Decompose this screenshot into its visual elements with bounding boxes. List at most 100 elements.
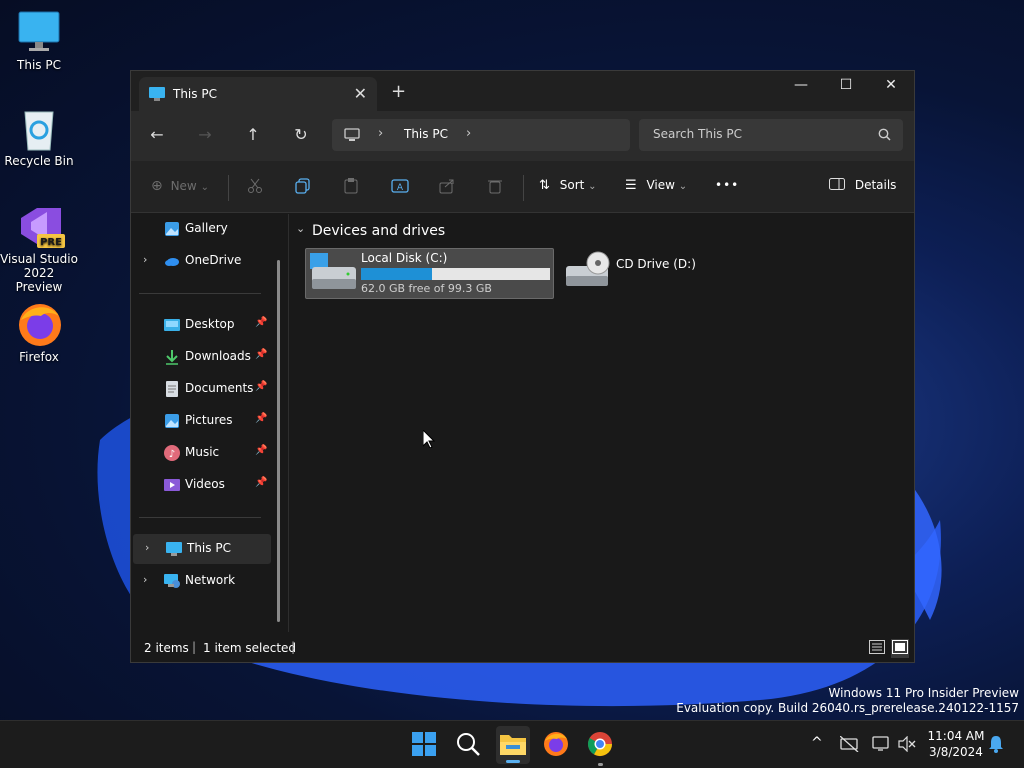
up-button[interactable]: ↑ bbox=[241, 125, 265, 144]
sidebar-item-network[interactable]: › Network bbox=[131, 566, 269, 596]
close-window-button[interactable]: ✕ bbox=[868, 77, 914, 93]
sidebar-item-label: Pictures bbox=[185, 413, 233, 427]
active-indicator bbox=[506, 760, 520, 763]
breadcrumb-this-pc[interactable]: This PC bbox=[404, 127, 448, 141]
pin-icon[interactable]: 📌 bbox=[255, 477, 267, 488]
network-icon bbox=[164, 573, 180, 589]
view-button[interactable]: ☰ View ⌄ bbox=[625, 178, 687, 193]
close-tab-button[interactable]: ✕ bbox=[354, 84, 367, 103]
search-icon bbox=[457, 733, 480, 756]
tab-label: This PC bbox=[173, 87, 217, 101]
tab-this-pc[interactable]: This PC ✕ bbox=[139, 77, 377, 111]
drive-tile-cd-drive-d[interactable]: CD Drive (D:) bbox=[562, 248, 702, 299]
notification-bell-icon[interactable] bbox=[988, 735, 1004, 756]
chevron-down-icon: ⌄ bbox=[200, 182, 209, 193]
back-button[interactable]: ← bbox=[145, 125, 169, 144]
pin-icon[interactable]: 📌 bbox=[255, 445, 267, 456]
delete-button[interactable] bbox=[487, 178, 503, 197]
sort-button[interactable]: ⇅ Sort ⌄ bbox=[539, 178, 597, 193]
address-bar[interactable]: › This PC › bbox=[332, 119, 630, 151]
folder-icon bbox=[500, 735, 526, 755]
sort-label: Sort bbox=[559, 178, 585, 192]
sidebar-item-downloads[interactable]: Downloads 📌 bbox=[131, 342, 269, 372]
clipboard-icon bbox=[344, 178, 358, 194]
clock[interactable]: 11:04 AM 3/8/2024 bbox=[925, 728, 987, 760]
status-separator: | bbox=[291, 640, 296, 654]
clock-time: 11:04 AM bbox=[927, 729, 985, 743]
share-button[interactable] bbox=[439, 178, 455, 197]
watermark-line: Evaluation copy. Build 26040.rs_prerelea… bbox=[676, 701, 1019, 715]
taskbar-file-explorer[interactable] bbox=[496, 726, 530, 764]
sidebar-item-music[interactable]: ♪ Music 📌 bbox=[131, 438, 269, 468]
search-button[interactable] bbox=[454, 730, 484, 760]
maximize-button[interactable]: ☐ bbox=[823, 77, 869, 93]
chevron-right-icon[interactable]: › bbox=[143, 573, 147, 586]
network-status-icon[interactable] bbox=[872, 736, 892, 755]
desktop-icon-firefox[interactable]: Firefox bbox=[0, 302, 78, 364]
group-header[interactable]: Devices and drives bbox=[312, 223, 445, 239]
chevron-right-icon[interactable]: › bbox=[143, 253, 147, 266]
sidebar-item-gallery[interactable]: Gallery bbox=[131, 214, 269, 244]
breadcrumb-separator[interactable]: › bbox=[466, 126, 471, 141]
trash-icon bbox=[488, 180, 502, 194]
pin-icon[interactable]: 📌 bbox=[255, 381, 267, 392]
pin-icon[interactable]: 📌 bbox=[255, 317, 267, 328]
pin-icon[interactable]: 📌 bbox=[255, 413, 267, 424]
chevron-down-icon[interactable]: ⌄ bbox=[296, 222, 305, 235]
desktop-icon-visual-studio[interactable]: PRE Visual Studio 2022 Preview bbox=[0, 204, 78, 294]
taskbar-chrome[interactable] bbox=[586, 730, 616, 766]
evaluation-watermark: Windows 11 Pro Insider Preview Evaluatio… bbox=[676, 686, 1019, 716]
details-pane-icon bbox=[829, 178, 849, 192]
monitor-icon bbox=[166, 541, 182, 557]
taskbar-firefox[interactable] bbox=[542, 730, 572, 760]
show-hidden-icons-button[interactable]: ^ bbox=[811, 735, 823, 751]
network-disconnected-icon[interactable] bbox=[839, 735, 860, 755]
sidebar-item-pictures[interactable]: Pictures 📌 bbox=[131, 406, 269, 436]
mouse-cursor-icon bbox=[422, 428, 436, 451]
sidebar-item-onedrive[interactable]: › OneDrive bbox=[131, 246, 269, 276]
new-button[interactable]: ⊕ New ⌄ bbox=[151, 178, 209, 194]
volume-muted-icon[interactable] bbox=[898, 735, 918, 755]
sidebar-item-videos[interactable]: Videos 📌 bbox=[131, 470, 269, 500]
details-view-toggle[interactable] bbox=[869, 640, 885, 657]
sidebar-item-label: Music bbox=[185, 445, 220, 459]
drive-usage-bar bbox=[361, 268, 550, 280]
sidebar-scrollbar[interactable] bbox=[277, 260, 280, 622]
details-button[interactable]: Details bbox=[829, 178, 896, 192]
start-button[interactable] bbox=[410, 730, 440, 760]
minimize-button[interactable]: — bbox=[778, 77, 824, 93]
more-options-button[interactable]: ••• bbox=[715, 178, 739, 192]
clock-date: 3/8/2024 bbox=[929, 745, 983, 759]
cut-button[interactable] bbox=[247, 178, 263, 197]
forward-button[interactable]: → bbox=[193, 125, 217, 144]
copy-icon bbox=[295, 178, 310, 194]
sidebar-item-desktop[interactable]: Desktop 📌 bbox=[131, 310, 269, 340]
rename-button[interactable]: A bbox=[391, 178, 409, 197]
svg-text:♪: ♪ bbox=[169, 449, 175, 460]
desktop-icon-recycle-bin[interactable]: Recycle Bin bbox=[0, 106, 78, 168]
pin-icon[interactable]: 📌 bbox=[255, 349, 267, 360]
search-input[interactable]: Search This PC bbox=[653, 127, 742, 141]
sidebar-item-this-pc[interactable]: › This PC bbox=[133, 534, 271, 564]
copy-button[interactable] bbox=[295, 178, 311, 197]
new-tab-button[interactable]: + bbox=[391, 81, 406, 102]
drive-tile-local-disk-c[interactable]: Local Disk (C:) 62.0 GB free of 99.3 GB bbox=[305, 248, 554, 299]
desktop-icon-this-pc[interactable]: This PC bbox=[0, 10, 78, 72]
sidebar-item-label: Gallery bbox=[185, 221, 228, 235]
desktop-folder-icon bbox=[164, 317, 180, 333]
search-box[interactable]: Search This PC bbox=[639, 119, 903, 151]
chevron-right-icon[interactable]: › bbox=[145, 541, 149, 554]
paste-button[interactable] bbox=[343, 178, 359, 197]
toolbar-separator bbox=[228, 175, 229, 201]
watermark-line: Windows 11 Pro Insider Preview bbox=[828, 686, 1019, 700]
list-view-icon: ☰ bbox=[625, 178, 637, 193]
sidebar-item-label: Downloads bbox=[185, 349, 251, 363]
hard-drive-icon bbox=[310, 253, 356, 296]
refresh-button[interactable]: ↻ bbox=[289, 125, 313, 144]
breadcrumb-separator[interactable]: › bbox=[378, 126, 383, 141]
navigation-pane: Gallery › OneDrive Desktop 📌 Downloads 📌… bbox=[131, 214, 281, 634]
tiles-view-toggle[interactable] bbox=[891, 639, 909, 658]
sidebar-item-documents[interactable]: Documents 📌 bbox=[131, 374, 269, 404]
picture-icon bbox=[164, 413, 180, 429]
sidebar-divider bbox=[139, 293, 261, 294]
